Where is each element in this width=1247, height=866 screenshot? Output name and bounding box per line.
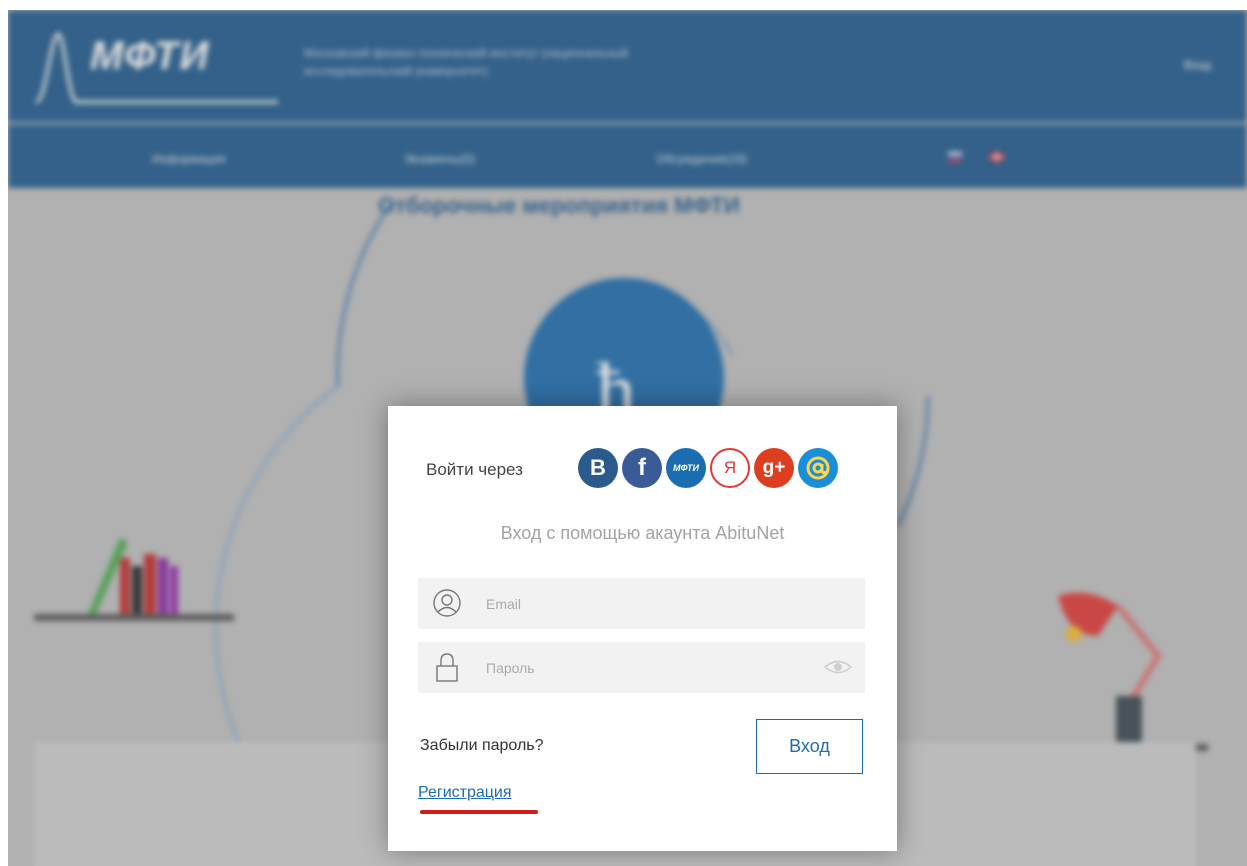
mailru-icon[interactable] [798,448,838,488]
password-input[interactable] [486,642,806,693]
forgot-password-link[interactable]: Забыли пароль? [420,737,544,755]
social-login-label: Войти через [426,460,523,479]
yandex-icon[interactable]: Я [710,448,750,488]
mailru-glyph [806,456,830,480]
user-icon [433,589,461,617]
register-link[interactable]: Регистрация [418,784,512,802]
email-input[interactable] [486,578,806,629]
email-field-wrap [418,578,865,629]
register-highlight-underline [420,810,538,814]
abitunet-subtitle: Вход с помощью акаунта AbituNet [500,523,785,543]
password-field-wrap [418,642,865,693]
vk-icon[interactable]: B [578,448,618,488]
lock-icon [436,653,458,682]
mipt-icon[interactable]: МФТИ [666,448,706,488]
google-plus-icon[interactable]: g+ [754,448,794,488]
login-modal: Войти через B f МФТИ Я g+ Вход с помощью… [388,406,897,851]
eye-icon[interactable] [823,656,853,678]
social-login-buttons: B f МФТИ Я g+ [578,448,838,488]
login-button[interactable]: Вход [756,719,863,774]
facebook-icon[interactable]: f [622,448,662,488]
